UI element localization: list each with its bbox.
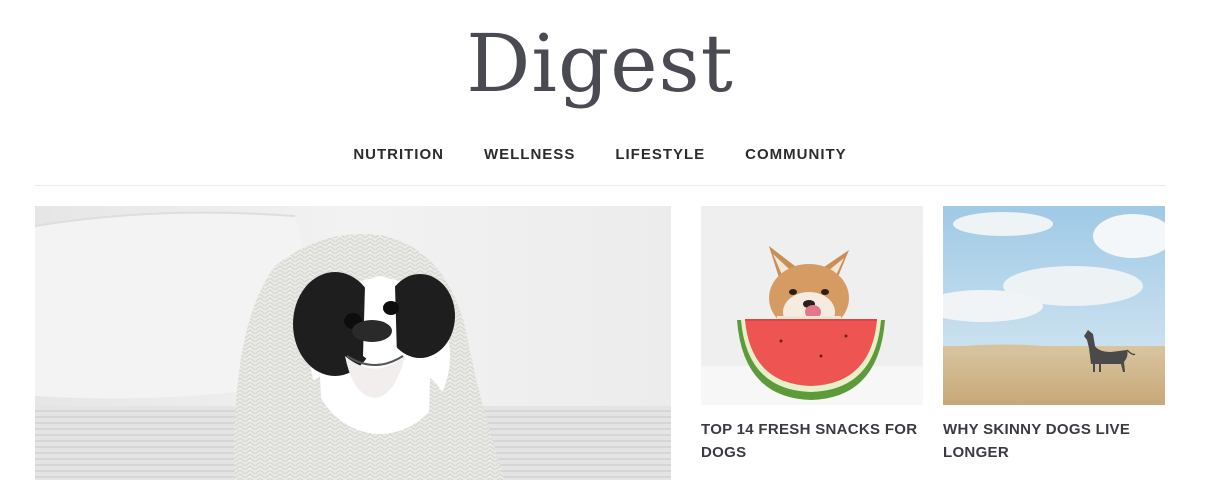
- main-nav: NUTRITION WELLNESS LIFESTYLE COMMUNITY: [0, 144, 1200, 166]
- hero-photo: [35, 206, 671, 480]
- card-image-fresh-snacks[interactable]: [701, 206, 923, 405]
- card-image-skinny-dogs[interactable]: [943, 206, 1165, 405]
- header-divider: [35, 185, 1166, 186]
- nav-item-nutrition[interactable]: NUTRITION: [353, 144, 444, 166]
- nav-item-wellness[interactable]: WELLNESS: [484, 144, 575, 166]
- hero-image[interactable]: [35, 206, 671, 480]
- nav-item-community[interactable]: COMMUNITY: [745, 144, 847, 166]
- site-logo[interactable]: Digest: [0, 14, 1200, 114]
- dog-field-photo: [943, 206, 1165, 405]
- nav-item-lifestyle[interactable]: LIFESTYLE: [615, 144, 705, 166]
- card-title-skinny-dogs[interactable]: WHY SKINNY DOGS LIVE LONGER: [943, 418, 1165, 464]
- card-title-fresh-snacks[interactable]: TOP 14 FRESH SNACKS FOR DOGS: [701, 418, 923, 464]
- shiba-watermelon-photo: [701, 206, 923, 405]
